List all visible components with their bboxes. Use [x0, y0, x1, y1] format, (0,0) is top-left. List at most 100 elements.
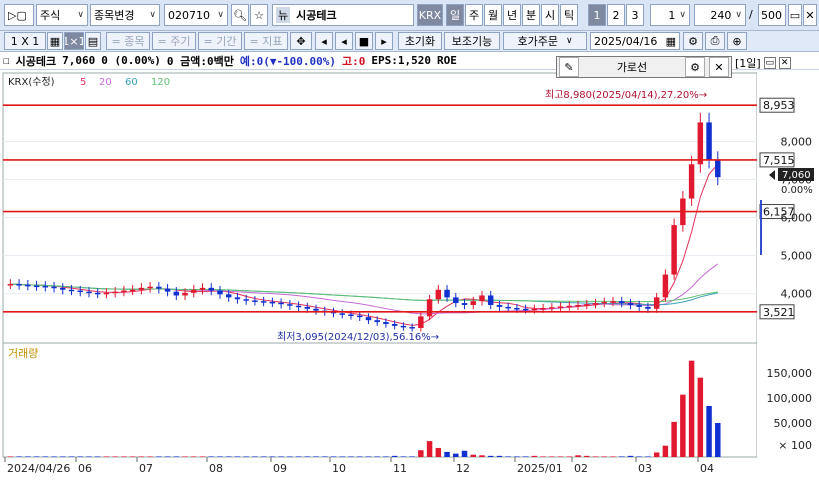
- volume-bar: [426, 441, 433, 457]
- favorite-button[interactable]: ☆: [250, 4, 268, 26]
- scroll-left-button[interactable]: ◂: [335, 32, 353, 50]
- price-tick: 8,000: [781, 135, 813, 148]
- candle-body: [435, 289, 442, 300]
- scroll-start-button[interactable]: ◂: [315, 32, 333, 50]
- tab-period-0[interactable]: 일: [446, 4, 464, 26]
- sync-period-label: = 주기: [157, 35, 191, 48]
- chart-area[interactable]: 8,9537,5156,1573,521 8,0007,0006,0005,00…: [0, 70, 819, 482]
- close-icon[interactable]: ✕: [709, 57, 729, 77]
- search-button[interactable]: 🔍︎: [231, 4, 249, 26]
- x-tick-label: 04: [700, 462, 714, 475]
- chevron-down-icon: ∨: [149, 10, 156, 20]
- volume-bar: [147, 456, 153, 457]
- quote-order-select[interactable]: 호가주문 ∨: [503, 32, 587, 50]
- candle-body: [208, 287, 214, 291]
- star-icon: ☆: [254, 8, 264, 22]
- tab-count-2[interactable]: 2: [607, 4, 625, 26]
- print-button[interactable]: ⎙: [705, 32, 725, 50]
- scroll-right-button[interactable]: ▸: [375, 32, 393, 50]
- close-button[interactable]: ✕: [803, 4, 817, 26]
- candle-body: [269, 301, 276, 304]
- count-input[interactable]: 1 ∨: [650, 4, 690, 26]
- candle-body: [470, 301, 476, 305]
- candle-body: [33, 285, 40, 288]
- candle-body: [225, 294, 232, 298]
- info-expected: 예:0(▼-100.00%): [239, 54, 337, 68]
- minimize-icon[interactable]: ▭: [763, 57, 776, 69]
- tab-period-5[interactable]: 시: [541, 4, 559, 26]
- symbol-change-select[interactable]: 종목변경 ∨: [90, 4, 160, 26]
- stock-name-field[interactable]: 뉴 시공테크: [272, 4, 414, 26]
- volume-bar: [479, 455, 485, 457]
- chart-canvas[interactable]: 8,9537,5156,1573,521 8,0007,0006,0005,00…: [0, 70, 819, 482]
- sync-period-button[interactable]: = 주기: [152, 32, 196, 50]
- date-picker[interactable]: 2025/04/16 ▦: [590, 32, 680, 50]
- table-button[interactable]: ▤: [85, 32, 101, 50]
- asset-type-select[interactable]: 주식 ∨: [36, 4, 88, 26]
- volume-bar: [636, 456, 642, 457]
- candle-body: [156, 286, 162, 289]
- code-input[interactable]: 020710 ∨: [164, 4, 228, 26]
- pencil-icon[interactable]: ✎: [559, 57, 579, 77]
- move-button[interactable]: ✥: [290, 32, 312, 50]
- candle-body: [94, 292, 101, 295]
- bars-input[interactable]: 240 ∨: [694, 4, 746, 26]
- candle-body: [697, 122, 704, 165]
- volume-bar: [252, 456, 258, 457]
- stop-icon: ■: [358, 34, 370, 48]
- chart-toolbar: 1 X 1 ▦ 1×1 ▤ = 종목 = 주기 = 기간 = 지표 ✥ ◂ ◂ …: [0, 31, 819, 52]
- tab-count-3[interactable]: 3: [626, 4, 644, 26]
- table-icon: ▤: [87, 34, 99, 48]
- symbol-change-label: 종목변경: [94, 9, 135, 22]
- layout-single-button[interactable]: 1×1: [64, 32, 84, 50]
- checkbox-icon[interactable]: ☐: [3, 54, 10, 67]
- candle-body: [42, 285, 49, 288]
- sync-indicator-button[interactable]: = 지표: [244, 32, 288, 50]
- volume-bar: [706, 406, 712, 457]
- volume-bar: [383, 456, 389, 457]
- grid-icon-button[interactable]: ▦: [47, 32, 63, 50]
- hline-price-label: 3,521: [763, 306, 795, 319]
- close-panel-icon[interactable]: ✕: [778, 57, 791, 69]
- gear-icon[interactable]: ⚙: [685, 57, 705, 77]
- add-indicator-button[interactable]: ⊕: [727, 32, 747, 50]
- sync-range-button[interactable]: = 기간: [198, 32, 242, 50]
- menu-button[interactable]: ▷▢: [4, 4, 34, 26]
- volume-bar: [208, 456, 214, 457]
- candle-body: [391, 323, 398, 326]
- count-value: 1: [668, 8, 676, 22]
- reset-button[interactable]: 초기화: [398, 32, 442, 50]
- stop-button[interactable]: ■: [355, 32, 373, 50]
- candle-body: [496, 304, 503, 307]
- volume-bar: [549, 456, 555, 457]
- x-tick-label: 02: [574, 462, 588, 475]
- bars-total[interactable]: 500: [758, 4, 786, 26]
- candle-body: [671, 225, 677, 275]
- candle-body: [121, 290, 127, 293]
- volume-bar: [77, 456, 83, 457]
- skip-back-icon: ◂: [321, 34, 327, 48]
- calendar-icon: ▦: [665, 34, 676, 48]
- candle-body: [173, 291, 180, 296]
- tab-period-4[interactable]: 분: [522, 4, 540, 26]
- volume-bar: [592, 456, 599, 457]
- tab-period-1[interactable]: 주: [465, 4, 483, 26]
- tab-period-2[interactable]: 월: [484, 4, 502, 26]
- aux-button[interactable]: 보조기능: [444, 32, 500, 50]
- volume-bar: [182, 456, 188, 457]
- settings-button[interactable]: ⚙: [683, 32, 703, 50]
- tab-count-1[interactable]: 1: [588, 4, 606, 26]
- tab-period-6[interactable]: 틱: [560, 4, 578, 26]
- sync-item-button[interactable]: = 종목: [106, 32, 150, 50]
- tab-period-3[interactable]: 년: [503, 4, 521, 26]
- volume-bar: [86, 456, 92, 457]
- volume-bar: [566, 456, 573, 457]
- volume-bar: [287, 456, 293, 457]
- bars-separator: /: [749, 8, 753, 21]
- layout-1x1-button[interactable]: 1 X 1: [4, 32, 46, 50]
- price-tick: 5,000: [781, 250, 813, 263]
- layout-window-button[interactable]: ▭: [788, 4, 802, 26]
- bars-value: 240: [710, 8, 732, 22]
- candle-body: [584, 304, 590, 306]
- candle-body: [715, 159, 721, 178]
